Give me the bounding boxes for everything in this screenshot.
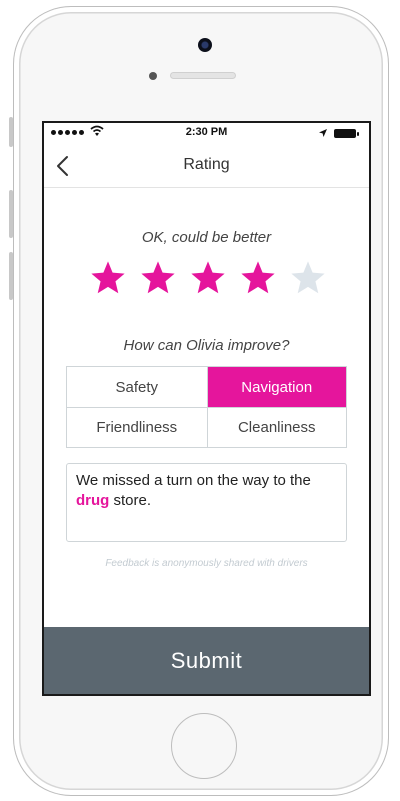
feedback-highlight-word: drug [76, 492, 110, 509]
option-navigation[interactable]: Navigation [206, 367, 346, 407]
submit-button[interactable]: Submit [44, 627, 369, 694]
app-screen: 2:30 PM Rating OK, could be better How c… [42, 121, 371, 696]
option-cleanliness[interactable]: Cleanliness [206, 407, 346, 447]
volume-up-button [9, 190, 13, 238]
star-rating[interactable] [89, 259, 327, 297]
page-title: Rating [183, 156, 230, 173]
feedback-textarea[interactable]: We missed a turn on the way to the drug … [66, 463, 347, 542]
rating-label: OK, could be better [141, 229, 272, 246]
nav-bar: Rating [44, 143, 369, 188]
front-camera [198, 38, 212, 52]
feedback-text-end: store. [109, 492, 152, 509]
improve-prompt: How can Olivia improve? [123, 337, 290, 354]
option-friendliness[interactable]: Friendliness [67, 407, 207, 447]
earpiece-speaker [170, 72, 236, 79]
location-arrow-icon [319, 129, 327, 137]
proximity-sensor [149, 72, 157, 80]
status-bar: 2:30 PM [44, 123, 369, 143]
star-filled-icon[interactable] [139, 259, 177, 297]
home-button[interactable] [171, 713, 237, 779]
battery-icon [334, 129, 359, 138]
star-filled-icon[interactable] [189, 259, 227, 297]
star-filled-icon[interactable] [89, 259, 127, 297]
feedback-text-start: We missed a turn on the way to the [76, 472, 311, 489]
volume-down-button [9, 252, 13, 300]
anonymity-note: Feedback is anonymously shared with driv… [105, 558, 308, 569]
star-empty-icon[interactable] [289, 259, 327, 297]
mute-switch [9, 117, 13, 147]
option-safety[interactable]: Safety [67, 367, 207, 407]
star-filled-icon[interactable] [239, 259, 277, 297]
improvement-options: Safety Navigation Friendliness Cleanline… [66, 366, 347, 448]
